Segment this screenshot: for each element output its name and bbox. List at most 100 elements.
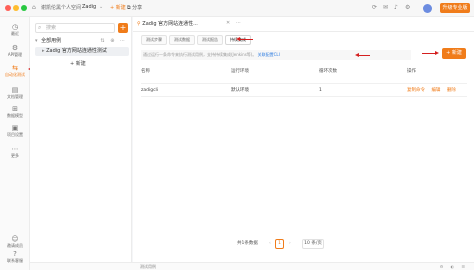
- bottom-status-bar: 测试用例 ⚙ ◐ ☰: [30, 262, 474, 270]
- test-case-icon: ⚲: [137, 21, 141, 27]
- chevron-down-icon[interactable]: ▾: [35, 38, 38, 44]
- maximize-window-button[interactable]: [21, 5, 27, 11]
- row-env: 默认环境: [231, 88, 249, 93]
- annotation-arrow-link: [355, 53, 370, 57]
- row-name: zadigcli: [141, 88, 159, 93]
- status-icons[interactable]: ⚙ ◐ ☰: [440, 264, 468, 269]
- workspace-name[interactable]: 谢凯伦黑个人空间: [41, 4, 81, 11]
- close-icon[interactable]: ✕: [226, 20, 230, 26]
- rail-label: 数据模型: [7, 113, 23, 118]
- main-content: ⚲ Zadig 官方网站连通性... ✕ ⋯ 测试步骤 测试数据 测试报告 持续…: [133, 17, 474, 262]
- column-header-env: 运行环境: [231, 69, 249, 74]
- rail-item-auto-test[interactable]: ⇆ 自动化测试: [0, 64, 30, 78]
- tab-test-steps[interactable]: 测试步骤: [141, 35, 167, 45]
- pagination-total: 共1条数据: [237, 241, 258, 246]
- column-header-actions: 操作: [407, 69, 416, 74]
- share-button[interactable]: ⧉ 分享: [127, 4, 142, 11]
- data-model-icon: ⊞: [12, 105, 18, 113]
- copy-command-button[interactable]: 复制命令: [407, 88, 425, 93]
- tree-root[interactable]: ▾ 全部用例 ⇅ ⊕ ⋯: [35, 37, 129, 46]
- api-icon: ⚙: [11, 44, 19, 52]
- page-number[interactable]: 1: [275, 239, 284, 249]
- delete-button[interactable]: 删除: [447, 88, 456, 93]
- new-ci-task-button[interactable]: + 新建: [442, 48, 466, 59]
- ci-description-text: 通过运行一条命令来执行测试用例，支持持续集成(Jenkins等)。: [143, 52, 257, 57]
- rail-label: 更多: [11, 153, 19, 158]
- help-icon: ?: [13, 250, 17, 258]
- home-icon[interactable]: ⌂: [32, 4, 36, 12]
- panel-new-label: 新建: [75, 61, 86, 67]
- rail-label: 项目设置: [7, 132, 23, 137]
- rail-label: API管理: [7, 52, 23, 57]
- rail-item-docs[interactable]: ▤ 文档管理: [0, 86, 30, 100]
- app-window: ⌂ 谢凯伦黑个人空间 / Zadig ⌄ + 新建 ⧉ 分享 ⟳ ✉ ♪ ⚙ 升…: [0, 0, 474, 270]
- breadcrumb-separator: /: [77, 4, 79, 10]
- folder-icon: ▸: [42, 48, 45, 54]
- rail-item-api[interactable]: ⚙ API管理: [0, 44, 30, 58]
- gear-icon[interactable]: ⚙: [405, 4, 410, 12]
- ci-description: 通过运行一条命令来执行测试用例，支持持续集成(Jenkins等)。 关联配置CL…: [141, 50, 411, 60]
- status-text: 测试用例: [140, 264, 156, 269]
- more-tabs-icon[interactable]: ⋯: [236, 20, 241, 26]
- bell-icon[interactable]: ♪: [394, 4, 398, 12]
- tab-divider: [133, 31, 474, 32]
- search-input[interactable]: ⌕ 搜索: [35, 23, 115, 33]
- settings-icon: ▣: [11, 124, 19, 132]
- table-header: 名称 运行环境 循环次数 操作: [141, 67, 467, 76]
- tree-item-label: Zadig 官方网站连通性测试: [46, 48, 107, 54]
- table-row: zadigcli 默认环境 1 复制命令 编辑 删除: [141, 83, 467, 97]
- annotation-arrow-tab: [236, 37, 253, 41]
- rail-label: 邀请成员: [7, 243, 23, 248]
- tab-test-report[interactable]: 测试报告: [197, 35, 223, 45]
- titlebar-new-label: 新建: [115, 5, 126, 11]
- upgrade-button[interactable]: 升级专业版: [440, 3, 470, 13]
- left-rail: ◷ 最近 ⚙ API管理 ⇆ 自动化测试 ▤ 文档管理 ⊞ 数据模型 ▣ 项目设…: [0, 17, 30, 270]
- annotation-arrow-new: [422, 51, 439, 55]
- new-ci-task-label: 新建: [451, 50, 462, 56]
- title-bar: ⌂ 谢凯伦黑个人空间 / Zadig ⌄ + 新建 ⧉ 分享 ⟳ ✉ ♪ ⚙ 升…: [0, 0, 474, 17]
- close-window-button[interactable]: [5, 5, 11, 11]
- rail-label: 最近: [11, 31, 19, 36]
- chevron-down-icon[interactable]: ⌄: [99, 4, 103, 10]
- tree-item-selected[interactable]: ▸ Zadig 官方网站连通性测试: [35, 47, 129, 56]
- clock-icon: ◷: [11, 23, 19, 31]
- titlebar-new-button[interactable]: + 新建: [110, 4, 126, 11]
- search-icon: ⌕: [38, 24, 42, 31]
- rail-item-help[interactable]: ? 联系客服: [0, 250, 30, 264]
- case-tree-panel: ⌕ 搜索 + ▾ 全部用例 ⇅ ⊕ ⋯ ▸ Zadig 官方网站连通性测试 + …: [30, 17, 132, 262]
- rail-item-settings[interactable]: ▣ 项目设置: [0, 124, 30, 138]
- column-header-name: 名称: [141, 69, 150, 74]
- project-name[interactable]: Zadig: [82, 4, 96, 10]
- auto-test-icon: ⇆: [12, 64, 18, 72]
- invite-icon: ☺: [11, 235, 19, 243]
- tree-actions[interactable]: ⇅ ⊕ ⋯: [100, 37, 127, 46]
- page-size-select[interactable]: 10 条/页: [302, 239, 324, 249]
- chevron-right-icon[interactable]: ›: [289, 239, 291, 249]
- sync-icon[interactable]: ⟳: [372, 4, 377, 12]
- add-case-button[interactable]: +: [118, 23, 128, 33]
- ci-config-link[interactable]: 关联配置CLI: [258, 52, 280, 57]
- document-tab[interactable]: ⚲ Zadig 官方网站连通性...: [137, 19, 223, 29]
- search-placeholder: 搜索: [46, 25, 57, 31]
- share-label: 分享: [132, 5, 143, 11]
- column-header-loops: 循环次数: [319, 69, 337, 74]
- rail-label: 文档管理: [7, 94, 23, 99]
- tab-test-data[interactable]: 测试数据: [169, 35, 195, 45]
- rail-item-recent[interactable]: ◷ 最近: [0, 23, 30, 37]
- row-actions: 复制命令 编辑 删除: [407, 84, 461, 98]
- document-icon: ▤: [11, 86, 19, 94]
- panel-new-button[interactable]: + 新建: [70, 60, 86, 67]
- tree-root-label: 全部用例: [41, 38, 62, 44]
- chevron-left-icon[interactable]: ‹: [269, 239, 271, 249]
- rail-label: 自动化测试: [5, 72, 25, 77]
- more-icon: ⋯: [11, 145, 19, 153]
- minimize-window-button[interactable]: [13, 5, 19, 11]
- row-loops: 1: [319, 88, 322, 93]
- avatar[interactable]: [423, 4, 432, 13]
- rail-item-invite[interactable]: ☺ 邀请成员: [0, 235, 30, 249]
- rail-item-more[interactable]: ⋯ 更多: [0, 145, 30, 159]
- rail-item-data-model[interactable]: ⊞ 数据模型: [0, 105, 30, 119]
- mail-icon[interactable]: ✉: [383, 4, 388, 12]
- edit-button[interactable]: 编辑: [431, 88, 440, 93]
- document-tab-title: Zadig 官方网站连通性...: [142, 21, 198, 27]
